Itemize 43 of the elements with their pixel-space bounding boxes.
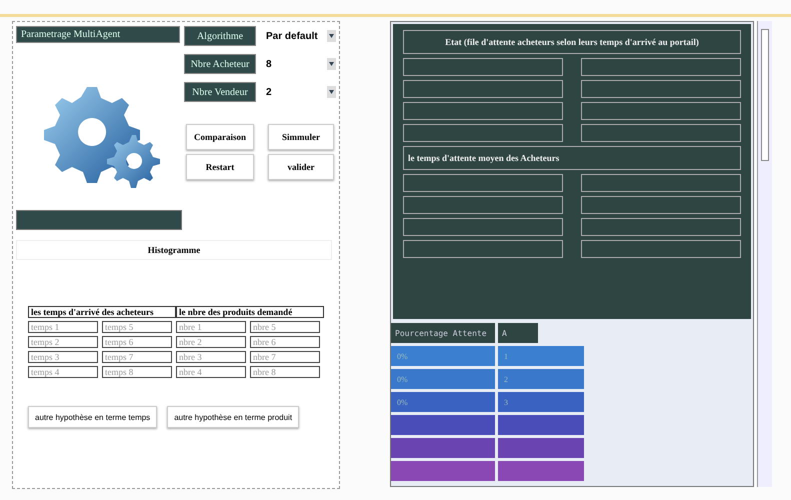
action-button[interactable]: Restart [186,154,254,180]
input-field[interactable]: temps 7 [102,351,172,363]
setting-label: Nbre Vendeur [184,82,256,102]
table-cell: 2 [498,369,584,389]
input-field[interactable]: temps 5 [102,321,172,333]
input-field[interactable]: temps 8 [102,366,172,378]
histogram-button[interactable]: Histogramme [16,240,332,260]
input-field[interactable]: nbre 4 [176,366,246,378]
action-button[interactable]: valider [268,154,334,180]
table-cell: 0% [391,346,495,366]
action-button[interactable]: Simmuler [268,124,334,150]
input-field[interactable]: nbre 1 [176,321,246,333]
input-field[interactable]: nbre 8 [250,366,320,378]
input-field[interactable]: nbre 5 [250,321,320,333]
caret-icon [327,30,336,42]
section-title: le temps d'attente moyen des Acheteurs [403,146,741,170]
setting-label: Nbre Acheteur [184,54,256,74]
input-field[interactable]: temps 3 [28,351,98,363]
caret-icon [327,58,336,70]
setting-label: Algorithme [184,26,256,46]
input-field[interactable]: temps 1 [28,321,98,333]
column-header: A [498,323,538,343]
table-cell: 3 [498,392,584,412]
input-field[interactable]: temps 6 [102,336,172,348]
action-button[interactable]: Comparaison [186,124,254,150]
input-field[interactable]: nbre 3 [176,351,246,363]
hypothesis-button[interactable]: autre hypothèse en terme produit [167,406,300,428]
column-header: le nbre des produits demandé [176,306,324,318]
input-field[interactable]: temps 4 [28,366,98,378]
input-field[interactable]: nbre 2 [176,336,246,348]
table-cell: 1 [498,346,584,366]
table-cell: 0% [391,369,495,389]
column-header: les temps d'arrivé des acheteurs [28,306,176,318]
panel-title: Parametrage MultiAgent [16,26,180,43]
section-title: Etat (file d'attente acheteurs selon leurs temps d'arrivé au portail) [403,30,741,54]
table-cell: 0% [391,392,495,412]
input-field[interactable]: nbre 6 [250,336,320,348]
caret-icon [327,86,336,98]
scrollbar[interactable] [757,21,772,487]
input-field[interactable]: temps 2 [28,336,98,348]
column-header: Pourcentage Attente [391,323,495,343]
hypothesis-button[interactable]: autre hypothèse en terme temps [28,406,158,428]
input-field[interactable]: nbre 7 [250,351,320,363]
